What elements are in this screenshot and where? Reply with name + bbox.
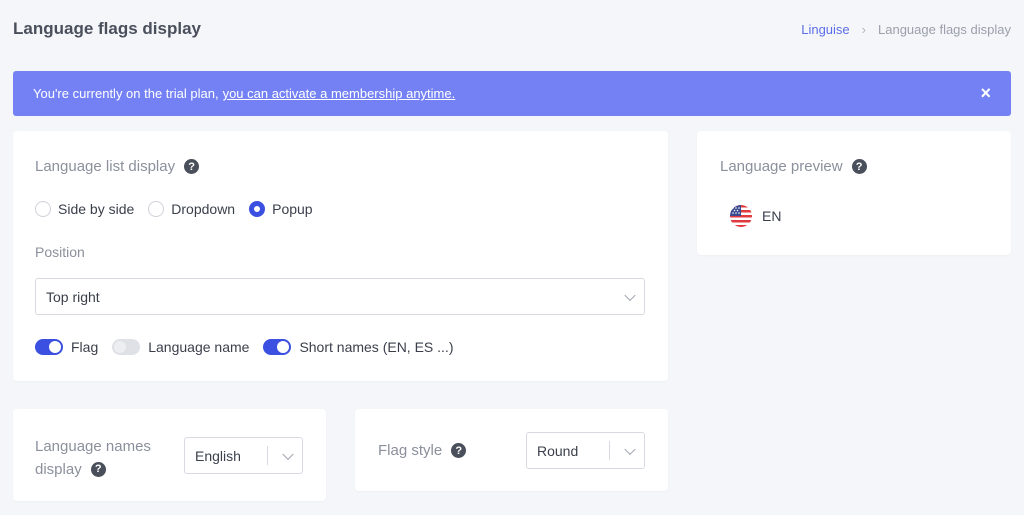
breadcrumb-separator: › [861, 22, 866, 37]
language-list-card: Language list display ? Side by side Dro… [13, 131, 668, 381]
language-names-display-label: Language names display ? [35, 435, 151, 481]
banner-text: You're currently on the trial plan, [33, 86, 219, 101]
chevron-down-icon [624, 443, 636, 455]
flag-style-label: Flag style ? [378, 442, 467, 459]
display-mode-radio-group: Side by side Dropdown Popup [35, 201, 313, 217]
toggle-switch[interactable] [263, 339, 292, 355]
radio-circle-icon[interactable] [148, 201, 165, 217]
language-preview-item[interactable]: EN [730, 205, 781, 227]
trial-banner: You're currently on the trial plan, you … [13, 71, 1011, 116]
help-icon[interactable]: ? [451, 443, 467, 458]
radio-checked-icon[interactable] [249, 201, 266, 217]
help-icon[interactable]: ? [90, 462, 106, 477]
radio-circle-icon[interactable] [35, 201, 51, 217]
select-divider [609, 441, 610, 460]
radio-side-by-side[interactable]: Side by side [35, 201, 134, 217]
language-names-display-line1: Language names [35, 438, 151, 455]
chevron-down-icon [624, 289, 636, 301]
position-select[interactable]: Top right [35, 278, 645, 315]
language-names-display-card: Language names display ? English [13, 409, 326, 501]
us-flag-icon [730, 205, 752, 227]
radio-label: Side by side [58, 201, 135, 217]
language-list-display-label: Language list display ? [35, 158, 200, 175]
position-label: Position [35, 244, 85, 260]
language-names-display-line2: display [35, 461, 82, 478]
flag-style-card: Flag style ? Round [355, 409, 668, 491]
language-names-select-value: English [195, 447, 241, 464]
toggle-switch[interactable] [112, 339, 141, 355]
breadcrumb: Linguise › Language flags display [801, 22, 1011, 37]
select-divider [267, 446, 268, 465]
breadcrumb-current: Language flags display [878, 22, 1011, 37]
chevron-down-icon [282, 448, 294, 460]
toggle-flag[interactable]: Flag [35, 339, 98, 355]
language-names-select[interactable]: English [184, 437, 303, 474]
toggle-label: Short names (EN, ES ...) [299, 339, 454, 355]
preview-lang-code: EN [762, 208, 782, 224]
language-preview-text: Language preview [720, 158, 843, 175]
help-icon[interactable]: ? [184, 159, 200, 174]
flag-style-text: Flag style [378, 442, 443, 459]
radio-popup[interactable]: Popup [249, 201, 313, 217]
toggle-switch[interactable] [35, 339, 63, 355]
toggle-group: Flag Language name Short names (EN, ES .… [35, 339, 454, 355]
banner-close-icon[interactable]: × [980, 84, 991, 102]
flag-style-select[interactable]: Round [526, 432, 645, 469]
position-label-text: Position [35, 244, 85, 260]
breadcrumb-root-link[interactable]: Linguise [801, 22, 849, 37]
position-select-value: Top right [46, 288, 100, 305]
page-title: Language flags display [13, 19, 201, 38]
toggle-label: Flag [71, 339, 99, 355]
help-icon[interactable]: ? [851, 159, 867, 174]
radio-label: Popup [272, 201, 313, 217]
language-list-display-text: Language list display [35, 158, 176, 175]
language-preview-label: Language preview ? [720, 158, 867, 175]
radio-dropdown[interactable]: Dropdown [148, 201, 235, 217]
toggle-language-name[interactable]: Language name [112, 339, 249, 355]
language-preview-card: Language preview ? EN [697, 131, 1011, 255]
radio-label: Dropdown [171, 201, 236, 217]
banner-membership-link[interactable]: you can activate a membership anytime. [223, 86, 456, 101]
flag-style-select-value: Round [537, 442, 579, 459]
toggle-label: Language name [148, 339, 250, 355]
toggle-short-names[interactable]: Short names (EN, ES ...) [263, 339, 454, 355]
